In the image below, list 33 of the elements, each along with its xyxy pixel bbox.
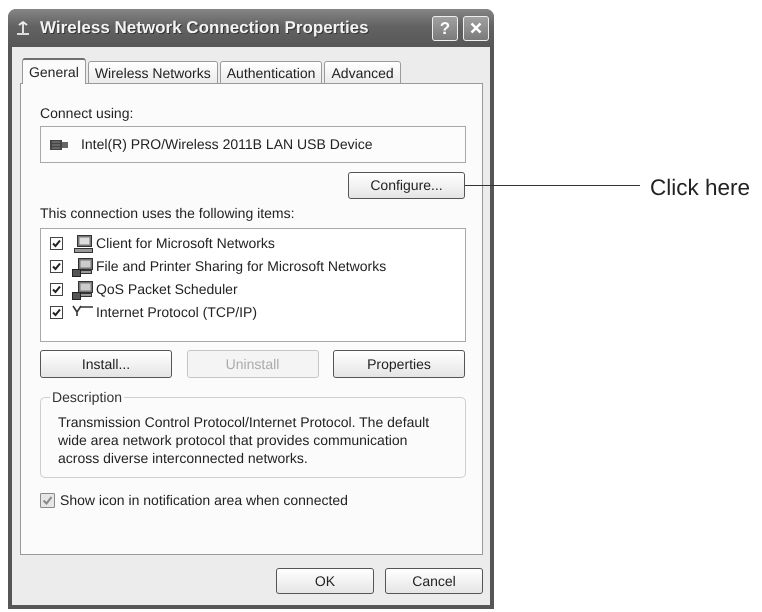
checkbox[interactable] [50,283,63,296]
cancel-button[interactable]: Cancel [385,568,483,594]
checkbox[interactable] [50,237,63,250]
computer-icon [72,256,94,276]
checkbox[interactable] [50,260,63,273]
tab[interactable]: Advanced [324,61,401,84]
computer-icon [72,280,94,300]
checkbox[interactable] [50,306,63,319]
ok-button[interactable]: OK [276,568,374,594]
checkbox[interactable] [40,492,55,508]
device-name: Intel(R) PRO/Wireless 2011B LAN USB Device [81,135,372,154]
checkbox-label[interactable]: Show icon in notification area when connected [60,490,348,510]
item-label[interactable]: File and Printer Sharing for Microsoft Networks [96,256,386,277]
callout-label: Click here [650,175,750,201]
item-label[interactable]: Client for Microsoft Networks [96,233,275,254]
tab[interactable]: Authentication [220,61,322,84]
window-title: Wireless Network Connection Properties [40,17,370,40]
description-text: Transmission Control Protocol/Internet Protocol. The default wide area network protocol that provides communication across diverse interconnected networks. [58,413,430,467]
tab[interactable]: General [22,58,86,84]
item-label[interactable]: QoS Packet Scheduler [96,279,238,300]
connect-using-label: Connect using: [40,105,134,121]
network-card-icon [50,138,68,150]
computer-icon [72,234,94,254]
configure-button[interactable]: Configure... [348,172,465,199]
close-button[interactable] [463,16,489,40]
item-label[interactable]: Internet Protocol (TCP/IP) [96,302,258,323]
antenna-icon [15,20,31,36]
install-button[interactable]: Install... [40,350,172,378]
close-icon [470,22,482,34]
tab[interactable]: Wireless Networks [88,61,218,84]
items-label: This connection uses the following items: [40,205,294,221]
description-title: Description [51,389,124,405]
properties-button[interactable]: Properties [333,350,465,378]
